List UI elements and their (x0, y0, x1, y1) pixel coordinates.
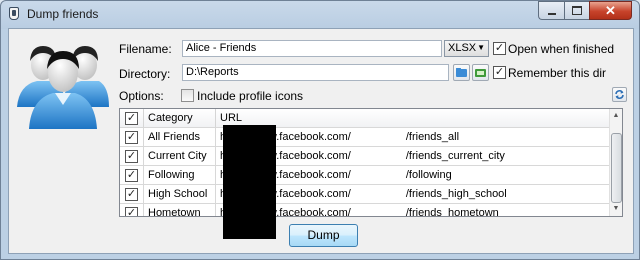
close-icon: ✕ (605, 2, 616, 18)
category-cell: High School (144, 185, 216, 204)
vertical-scrollbar[interactable]: ▲ ▼ (609, 109, 622, 216)
row-checkbox[interactable]: ✓ (125, 188, 138, 201)
chevron-down-icon: ▼ (477, 43, 485, 52)
users-group-icon (17, 46, 109, 129)
app-icon (9, 7, 19, 20)
table-row[interactable]: ✓ Current City https://www.facebook.com/… (120, 147, 610, 166)
open-folder-icon (475, 69, 486, 77)
refresh-button[interactable] (612, 87, 627, 102)
url-suffix: /friends_all (405, 131, 460, 143)
row-checkbox[interactable]: ✓ (125, 131, 138, 144)
include-profile-icons-label[interactable]: Include profile icons (197, 89, 303, 103)
scroll-up-icon[interactable]: ▲ (610, 110, 622, 122)
category-cell: All Friends (144, 128, 216, 147)
remember-dir-label[interactable]: Remember this dir (508, 66, 606, 80)
table-row[interactable]: ✓ Following https://www.facebook.com//fo… (120, 166, 610, 185)
table-header: ✓ Category URL (120, 109, 610, 128)
format-select-value: XLSX (448, 42, 477, 54)
title-bar[interactable]: Dump friends ✕ (1, 1, 639, 27)
directory-input[interactable]: D:\Reports (182, 64, 449, 81)
close-button[interactable]: ✕ (589, 1, 632, 20)
dialog-body: Filename: Alice - Friends XLSX ▼ ✓ Open … (8, 28, 634, 254)
open-folder-button[interactable] (472, 64, 489, 81)
url-suffix: /friends_hometown (405, 207, 499, 217)
row-checkbox[interactable]: ✓ (125, 150, 138, 163)
url-suffix: /friends_high_school (405, 188, 507, 200)
directory-label: Directory: (119, 67, 171, 81)
category-cell: Following (144, 166, 216, 185)
category-cell: Hometown (144, 204, 216, 216)
window-title: Dump friends (27, 7, 99, 21)
select-all-cell: ✓ (120, 109, 144, 128)
folder-icon (456, 68, 467, 77)
column-header-category[interactable]: Category (144, 109, 216, 128)
browse-folder-button[interactable] (453, 64, 470, 81)
table-row[interactable]: ✓ Hometown https://www.facebook.com//fri… (120, 204, 610, 217)
caption-buttons: ✕ (538, 1, 632, 20)
row-check-cell: ✓ (120, 166, 144, 185)
refresh-icon (615, 90, 624, 99)
options-label: Options: (119, 89, 164, 103)
filename-label: Filename: (119, 42, 172, 56)
row-checkbox[interactable]: ✓ (125, 207, 138, 216)
url-suffix: /friends_current_city (405, 150, 505, 162)
include-profile-icons-checkbox[interactable] (181, 89, 194, 102)
maximize-button[interactable] (564, 1, 589, 20)
table-row[interactable]: ✓ All Friends https://www.facebook.com//… (120, 128, 610, 147)
row-check-cell: ✓ (120, 147, 144, 166)
maximize-icon (572, 6, 582, 15)
dump-friends-window: Dump friends ✕ Filename: Alice - Friends… (0, 0, 640, 260)
category-cell: Current City (144, 147, 216, 166)
row-check-cell: ✓ (120, 128, 144, 147)
minimize-icon (547, 12, 556, 15)
scroll-down-icon[interactable]: ▼ (610, 203, 622, 215)
format-select[interactable]: XLSX ▼ (444, 40, 489, 57)
filename-input[interactable]: Alice - Friends (182, 40, 442, 57)
minimize-button[interactable] (538, 1, 564, 20)
dump-button[interactable]: Dump (289, 224, 358, 247)
remember-dir-checkbox[interactable]: ✓ (493, 66, 506, 79)
open-when-finished-checkbox[interactable]: ✓ (493, 42, 506, 55)
row-check-cell: ✓ (120, 185, 144, 204)
row-check-cell: ✓ (120, 204, 144, 216)
scroll-thumb[interactable] (611, 133, 622, 203)
row-checkbox[interactable]: ✓ (125, 169, 138, 182)
categories-table: ✓ Category URL ✓ All Friends https://www… (119, 108, 623, 217)
url-suffix: /following (405, 169, 452, 181)
open-when-finished-label[interactable]: Open when finished (508, 42, 614, 56)
select-all-checkbox[interactable]: ✓ (125, 112, 138, 125)
table-row[interactable]: ✓ High School https://www.facebook.com//… (120, 185, 610, 204)
redaction-block (223, 125, 276, 239)
